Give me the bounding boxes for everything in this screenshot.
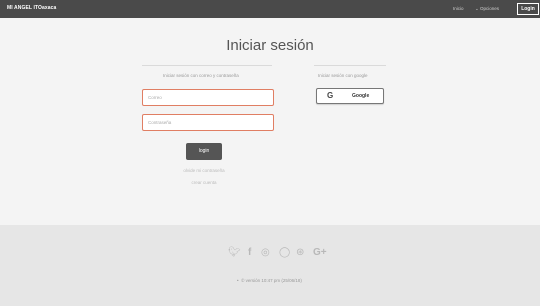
top-navbar: MI ANGEL ITOaxaca Inicio ⌄ Opciones Logi… [0,0,540,18]
divider-right [314,65,386,66]
chevron-down-icon: ⌄ [475,6,479,11]
nav-dropdown-opciones[interactable]: ⌄ Opciones [475,6,499,12]
version-label: © versión 10:47 pm (25/06/18) [241,278,302,283]
google-plus-icon[interactable]: G+ [313,247,327,259]
create-account-link[interactable]: crear cuenta [0,180,408,185]
password-field[interactable]: Contraseña [142,114,274,131]
google-signin-button[interactable]: G Google [316,88,384,104]
nav-opciones-label: Opciones [480,6,500,11]
dribbble-icon[interactable]: ⊛ [296,247,304,259]
social-links: 🐦︎ f ◎ ◯ ⊛ G+ [228,247,338,259]
brand-logo-text[interactable]: MI ANGEL ITOaxaca [7,5,56,11]
login-submit-button[interactable]: login [186,143,222,160]
divider-left [142,65,272,66]
twitter-icon[interactable]: 🐦︎ [228,247,241,259]
google-login-label: Iniciar sesión con google [318,73,368,78]
google-icon: G [327,91,334,100]
google-button-label: Google [352,93,370,99]
github-icon[interactable]: ◯ [279,247,290,259]
login-section: Iniciar sesión Iniciar sesión con correo… [0,18,540,225]
facebook-icon[interactable]: f [248,247,251,259]
password-placeholder: Contraseña [148,120,172,125]
email-placeholder: Correo [148,95,162,100]
email-login-label: Iniciar sesión con correo y contraseña [163,73,239,78]
login-button[interactable]: Login [517,3,539,15]
email-field[interactable]: Correo [142,89,274,106]
forgot-password-link[interactable]: olvide mi contraseña [0,168,408,173]
page-title: Iniciar sesión [226,37,314,54]
version-text: • © versión 10:47 pm (25/06/18) [237,278,302,283]
footer: 🐦︎ f ◎ ◯ ⊛ G+ • © versión 10:47 pm (25/0… [0,225,540,306]
nav-link-inicio[interactable]: Inicio [453,6,464,11]
instagram-icon[interactable]: ◎ [261,247,270,259]
